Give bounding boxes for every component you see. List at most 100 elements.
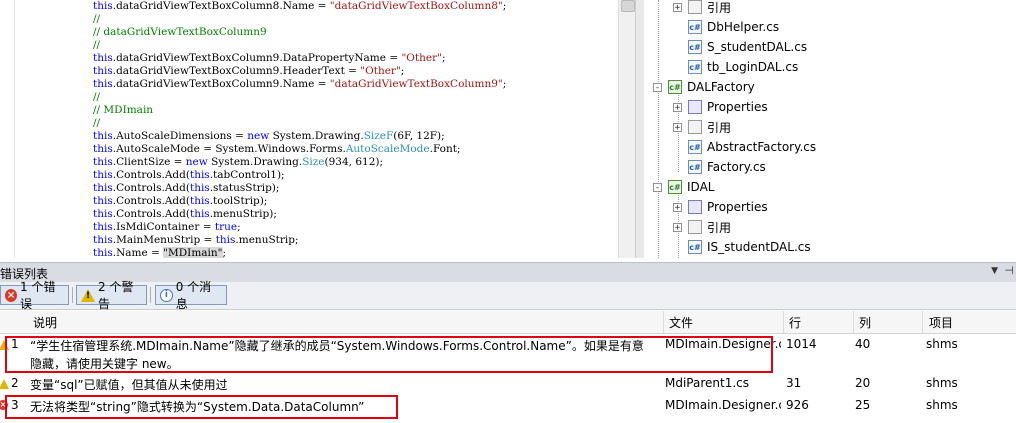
- code-token: "Other": [401, 52, 442, 64]
- errors-filter-label: 1 个错误: [20, 280, 56, 311]
- collapse-icon[interactable]: -: [653, 82, 662, 92]
- code-line: this.AutoScaleMode = System.Windows.Form…: [93, 143, 506, 156]
- error-list-row[interactable]: 2 变量“sql”已赋值，但其值从未使用过 MdiParent1.cs 31 2…: [0, 376, 1016, 396]
- code-token: this: [189, 182, 210, 194]
- code-token: .menuStrip;: [235, 234, 299, 246]
- warnings-filter-button[interactable]: ! 2 个警告: [76, 280, 147, 311]
- code-token: this: [189, 195, 210, 207]
- row-column: 20: [855, 376, 871, 390]
- code-token: "dataGridViewTextBoxColumn8": [329, 0, 503, 12]
- code-token: AutoScaleMode: [345, 143, 430, 155]
- cs-file-icon: c#: [688, 240, 702, 254]
- error-list-column-header: 说明 文件 行 列 项目: [0, 311, 1016, 334]
- tree-item[interactable]: - c# DALFactory: [653, 77, 755, 97]
- tree-guide-line: [658, 0, 659, 258]
- tree-item[interactable]: + Properties: [673, 197, 768, 217]
- tree-item[interactable]: c# tb_LoginDAL.cs: [673, 57, 798, 77]
- expand-icon[interactable]: +: [673, 2, 682, 12]
- code-token: this: [93, 130, 113, 142]
- code-line: this.dataGridViewTextBoxColumn9.DataProp…: [93, 52, 506, 65]
- code-token: ;: [502, 78, 507, 90]
- row-project: shms: [926, 398, 958, 412]
- code-token: .AutoScaleMode = System.Windows.Forms.: [112, 143, 346, 155]
- code-token: .ClientSize =: [112, 156, 186, 168]
- tree-item-label: DbHelper.cs: [707, 20, 780, 34]
- row-column: 25: [855, 398, 871, 412]
- column-separator[interactable]: [663, 311, 664, 333]
- column-header-column[interactable]: 列: [859, 314, 871, 331]
- code-line: // dataGridViewTextBoxColumn9: [93, 26, 506, 39]
- code-line: this.Controls.Add(this.menuStrip);: [93, 208, 506, 221]
- code-token: .statusStrip);: [209, 182, 280, 194]
- column-header-file[interactable]: 文件: [669, 314, 693, 331]
- code-token: .dataGridViewTextBoxColumn9.DataProperty…: [112, 52, 402, 64]
- tree-item[interactable]: c# AbstractFactory.cs: [673, 137, 816, 157]
- code-token: true: [214, 221, 238, 233]
- annotation-highlight-box: [5, 336, 773, 373]
- tree-item[interactable]: + 引用: [673, 217, 731, 237]
- expand-icon[interactable]: +: [673, 222, 682, 232]
- scrollbar-thumb[interactable]: [621, 0, 635, 12]
- messages-filter-label: 0 个消息: [175, 280, 212, 311]
- error-icon: ×: [5, 288, 18, 302]
- code-token: //: [93, 117, 101, 129]
- code-token: this: [93, 221, 113, 233]
- tree-item[interactable]: + Properties: [673, 97, 768, 117]
- code-token: .tabControl1);: [209, 169, 285, 181]
- column-header-line[interactable]: 行: [789, 314, 801, 331]
- tree-item-label: tb_LoginDAL.cs: [707, 60, 799, 74]
- code-line: this.IsMdiContainer = true;: [93, 221, 506, 234]
- tree-item[interactable]: c# S_studentDAL.cs: [673, 37, 807, 57]
- expand-icon[interactable]: +: [673, 122, 682, 132]
- code-token: .toolStrip);: [209, 195, 268, 207]
- errors-filter-button[interactable]: × 1 个错误: [0, 280, 69, 311]
- code-line: //: [93, 39, 506, 52]
- code-line: this.dataGridViewTextBoxColumn9.Name = "…: [93, 78, 506, 91]
- code-token: ;: [441, 52, 446, 64]
- code-line: //: [93, 91, 506, 104]
- code-text[interactable]: this .dataGridViewTextBoxColumn8.Name = "…: [93, 0, 506, 258]
- row-column: 40: [855, 337, 871, 351]
- row-project: shms: [926, 337, 958, 351]
- code-token: .dataGridViewTextBoxColumn8.Name =: [112, 0, 330, 12]
- properties-icon: [688, 200, 702, 214]
- column-separator[interactable]: [922, 311, 923, 333]
- column-header-project[interactable]: 项目: [929, 314, 953, 331]
- code-editor[interactable]: this .dataGridViewTextBoxColumn8.Name = "…: [0, 0, 618, 258]
- tree-item[interactable]: + 引用: [673, 117, 731, 137]
- code-token: ;: [400, 65, 405, 77]
- tree-item[interactable]: + 引用: [673, 0, 731, 17]
- code-token: this: [93, 78, 113, 90]
- code-token: ;: [222, 247, 227, 258]
- code-token: .dataGridViewTextBoxColumn9.Name =: [112, 78, 330, 90]
- messages-filter-button[interactable]: i 0 个消息: [155, 280, 227, 311]
- row-number: 2: [11, 376, 19, 390]
- project-icon: c#: [668, 80, 682, 94]
- tree-item-label: DALFactory: [687, 80, 755, 94]
- dropdown-arrow-icon[interactable]: ▼: [991, 266, 998, 276]
- column-separator[interactable]: [853, 311, 854, 333]
- column-header-description[interactable]: 说明: [33, 314, 57, 331]
- editor-vertical-scrollbar[interactable]: [618, 0, 636, 258]
- cs-file-icon: c#: [688, 40, 702, 54]
- tree-item-label: Factory.cs: [707, 160, 766, 174]
- tree-item-label: Properties: [707, 200, 768, 214]
- collapse-icon[interactable]: -: [653, 182, 662, 192]
- code-token: ;: [237, 221, 241, 233]
- tree-item-label: 引用: [707, 0, 732, 15]
- tree-item[interactable]: c#Itb_LoginDAL.cs: [673, 257, 802, 258]
- pin-icon[interactable]: ⊣: [1004, 264, 1014, 277]
- row-line: 926: [786, 398, 809, 412]
- expand-icon[interactable]: +: [673, 202, 682, 212]
- code-token: .Controls.Add(: [112, 169, 190, 181]
- tree-item[interactable]: c# IS_studentDAL.cs: [673, 237, 811, 257]
- tree-item[interactable]: - c# IDAL: [653, 177, 714, 197]
- tree-item-label: 引用: [707, 220, 732, 235]
- tree-item-label: S_studentDAL.cs: [707, 40, 808, 54]
- code-token: "Other": [360, 65, 401, 77]
- reference-icon: [688, 220, 702, 234]
- expand-icon[interactable]: +: [673, 102, 682, 112]
- column-separator[interactable]: [783, 311, 784, 333]
- tree-item[interactable]: c# DbHelper.cs: [673, 17, 779, 37]
- tree-item[interactable]: c# Factory.cs: [673, 157, 766, 177]
